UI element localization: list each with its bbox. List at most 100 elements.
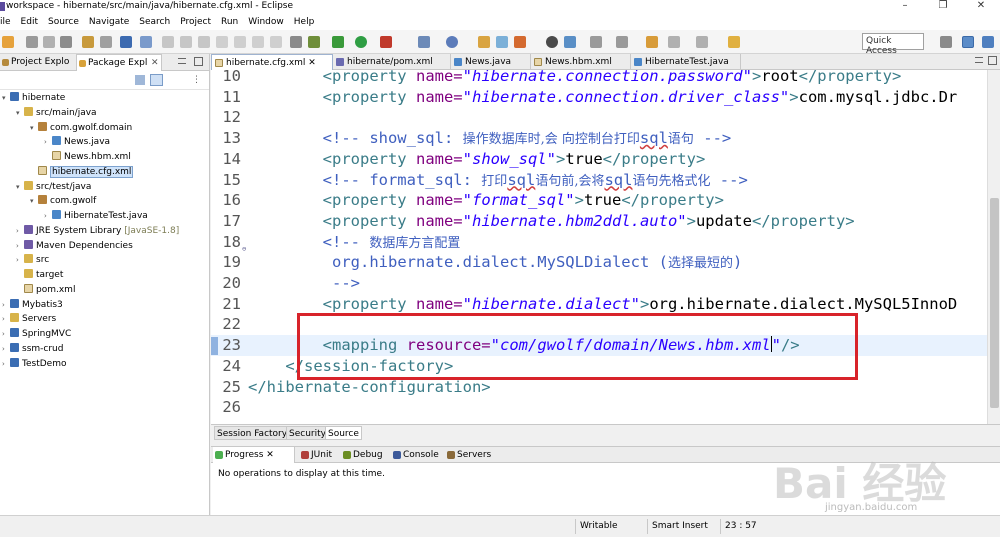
tree-item[interactable]: pom.xml bbox=[16, 283, 75, 297]
tree-item[interactable]: › src bbox=[16, 253, 49, 267]
link-editor-icon[interactable] bbox=[150, 74, 163, 86]
expand-arrow-icon[interactable]: › bbox=[2, 327, 10, 341]
disconnect-icon[interactable] bbox=[216, 36, 228, 48]
menu-edit[interactable]: Edit bbox=[16, 17, 43, 27]
java-perspective-icon[interactable] bbox=[982, 36, 994, 48]
tab-progress[interactable]: Progress ✕ bbox=[213, 447, 295, 463]
expand-arrow-icon[interactable]: › bbox=[16, 253, 24, 267]
tree-item[interactable]: › Servers bbox=[2, 312, 56, 326]
expand-arrow-icon[interactable]: › bbox=[2, 312, 10, 326]
terminate-icon[interactable] bbox=[198, 36, 210, 48]
tab-hibernate-cfg-xml[interactable]: hibernate.cfg.xml ✕ bbox=[211, 54, 333, 70]
tree-item[interactable]: › News.java bbox=[44, 135, 110, 149]
tree-item[interactable]: ▾ src/test/java bbox=[16, 180, 91, 194]
menu-search[interactable]: Search bbox=[134, 17, 175, 27]
code-line[interactable]: 18 ⊖ <!-- 数据库方言配置 bbox=[211, 232, 991, 253]
globe-icon[interactable] bbox=[546, 36, 558, 48]
tree-item[interactable]: › TestDemo bbox=[2, 357, 66, 371]
drop-to-frame-icon[interactable] bbox=[290, 36, 302, 48]
step-over-icon[interactable] bbox=[252, 36, 264, 48]
tree-item[interactable]: hibernate.cfg.xml bbox=[30, 165, 134, 179]
open-folder-icon[interactable] bbox=[478, 36, 490, 48]
new-class-icon[interactable] bbox=[446, 36, 458, 48]
tree-item[interactable]: › JRE System Library [JavaSE-1.8] bbox=[16, 224, 179, 238]
vertical-scrollbar[interactable] bbox=[987, 70, 1000, 424]
minimize-editor-icon[interactable] bbox=[975, 57, 983, 63]
open-resource-icon[interactable] bbox=[100, 36, 112, 48]
back-icon[interactable] bbox=[668, 36, 680, 48]
save-all-icon[interactable] bbox=[43, 36, 55, 48]
menu-project[interactable]: Project bbox=[175, 17, 216, 27]
tree-item[interactable]: › Maven Dependencies bbox=[16, 239, 133, 253]
expand-arrow-icon[interactable]: › bbox=[2, 342, 10, 356]
debug-icon[interactable] bbox=[332, 36, 344, 48]
minimize-button[interactable]: – bbox=[886, 0, 924, 14]
tab-project-explorer[interactable]: Project Explo bbox=[0, 54, 70, 71]
code-line[interactable]: 14 <property name="show_sql">true</prope… bbox=[211, 149, 991, 170]
tab-package-explorer[interactable]: Package Expl ✕ bbox=[76, 54, 162, 71]
menu-run[interactable]: Run bbox=[216, 17, 243, 27]
minimize-view-icon[interactable] bbox=[178, 58, 186, 64]
tree-item[interactable]: target bbox=[16, 268, 63, 282]
new-server-icon[interactable] bbox=[308, 36, 320, 48]
external-tools-icon[interactable] bbox=[380, 36, 392, 48]
code-line[interactable]: 19 org.hibernate.dialect.MySQLDialect (选… bbox=[211, 252, 991, 273]
code-line[interactable]: 20 --> bbox=[211, 273, 991, 294]
step-return-icon[interactable] bbox=[270, 36, 282, 48]
expand-arrow-icon[interactable]: ▾ bbox=[30, 121, 38, 135]
suspend-icon[interactable] bbox=[180, 36, 192, 48]
print-icon[interactable] bbox=[60, 36, 72, 48]
menu-file[interactable]: ile bbox=[0, 17, 16, 27]
last-edit-icon[interactable] bbox=[646, 36, 658, 48]
code-line[interactable]: 10 <property name="hibernate.connection.… bbox=[211, 70, 991, 87]
expand-arrow-icon[interactable]: › bbox=[2, 357, 10, 371]
code-line[interactable]: 16 <property name="format_sql">true</pro… bbox=[211, 190, 991, 211]
tree-item[interactable]: News.hbm.xml bbox=[44, 150, 131, 164]
tree-item[interactable]: ▾ com.gwolf.domain bbox=[30, 121, 132, 135]
forward-icon[interactable] bbox=[696, 36, 708, 48]
pen-icon[interactable] bbox=[514, 36, 526, 48]
java-ee-perspective-icon[interactable] bbox=[962, 36, 974, 48]
prev-annotation-icon[interactable] bbox=[616, 36, 628, 48]
tree-item[interactable]: › Mybatis3 bbox=[2, 298, 63, 312]
new-java-project-icon[interactable] bbox=[418, 36, 430, 48]
maximize-editor-icon[interactable] bbox=[988, 56, 997, 65]
expand-arrow-icon[interactable]: › bbox=[44, 135, 52, 149]
scrollbar-thumb[interactable] bbox=[990, 198, 999, 408]
tab-pom-xml[interactable]: hibernate/pom.xml bbox=[333, 54, 451, 70]
code-line[interactable]: 12 bbox=[211, 107, 991, 128]
resume-icon[interactable] bbox=[162, 36, 174, 48]
maximize-view-icon[interactable] bbox=[194, 57, 203, 66]
annotation-icon[interactable] bbox=[564, 36, 576, 48]
expand-arrow-icon[interactable]: ▾ bbox=[16, 180, 24, 194]
code-line[interactable]: 21 <property name="hibernate.dialect">or… bbox=[211, 294, 991, 315]
tab-security[interactable]: Security bbox=[286, 426, 329, 440]
tree-item[interactable]: ▾ hibernate bbox=[2, 91, 65, 105]
tree-item[interactable]: › SpringMVC bbox=[2, 327, 71, 341]
search-icon[interactable] bbox=[496, 36, 508, 48]
collapse-all-icon[interactable] bbox=[135, 75, 145, 85]
menu-help[interactable]: Help bbox=[289, 17, 320, 27]
tree-item[interactable]: ▾ com.gwolf bbox=[30, 194, 96, 208]
tab-source[interactable]: Source bbox=[325, 426, 362, 440]
code-line[interactable]: 11 <property name="hibernate.connection.… bbox=[211, 87, 991, 108]
tab-hibernate-test-java[interactable]: HibernateTest.java bbox=[631, 54, 741, 70]
menu-source[interactable]: Source bbox=[43, 17, 84, 27]
tab-junit[interactable]: JUnit bbox=[299, 447, 332, 463]
tab-news-hbm-xml[interactable]: News.hbm.xml bbox=[531, 54, 631, 70]
open-type-icon[interactable] bbox=[82, 36, 94, 48]
maximize-button[interactable]: ❐ bbox=[924, 0, 962, 14]
tab-console[interactable]: Console bbox=[391, 447, 439, 463]
pin-editor-icon[interactable] bbox=[728, 36, 740, 48]
next-annotation-icon[interactable] bbox=[590, 36, 602, 48]
close-tab-icon[interactable]: ✕ bbox=[151, 55, 159, 72]
expand-arrow-icon[interactable]: › bbox=[16, 224, 24, 238]
expand-arrow-icon[interactable]: ▾ bbox=[2, 91, 10, 105]
terminal-icon[interactable] bbox=[120, 36, 132, 48]
tab-debug[interactable]: Debug bbox=[341, 447, 383, 463]
expand-arrow-icon[interactable]: ▾ bbox=[16, 106, 24, 120]
close-button[interactable]: ✕ bbox=[962, 0, 1000, 14]
expand-arrow-icon[interactable]: › bbox=[16, 239, 24, 253]
run-icon[interactable] bbox=[355, 36, 367, 48]
quick-access-input[interactable]: Quick Access bbox=[862, 33, 924, 56]
